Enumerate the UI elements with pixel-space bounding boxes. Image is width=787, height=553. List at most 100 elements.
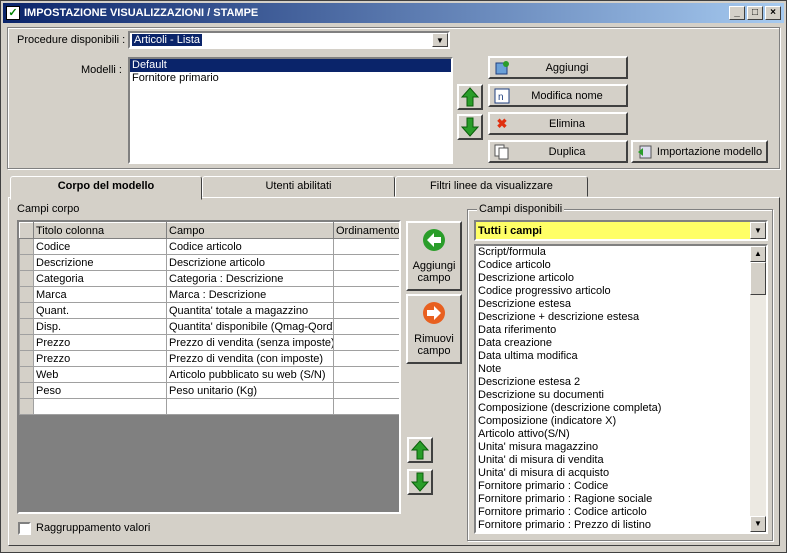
- chevron-down-icon[interactable]: ▼: [432, 33, 448, 47]
- table-cell[interactable]: [333, 302, 399, 319]
- table-cell[interactable]: Prezzo di vendita (senza imposte): [166, 334, 334, 351]
- table-row[interactable]: Codice Codice articolo: [19, 238, 399, 255]
- table-row[interactable]: Disp. Quantita' disponibile (Qmag-Qord): [19, 318, 399, 335]
- table-cell[interactable]: Categoria: [33, 270, 167, 287]
- table-cell[interactable]: [333, 254, 399, 271]
- table-cell[interactable]: Disp.: [33, 318, 167, 335]
- minimize-button[interactable]: _: [729, 6, 745, 20]
- column-header[interactable]: Campo: [166, 222, 334, 239]
- list-item[interactable]: Composizione (indicatore X): [476, 415, 750, 428]
- table-row[interactable]: Marca Marca : Descrizione: [19, 286, 399, 303]
- list-item[interactable]: Fornitore primario: [130, 72, 451, 85]
- list-item[interactable]: Descrizione estesa: [476, 298, 750, 311]
- scroll-thumb[interactable]: [750, 262, 766, 295]
- scroll-up-icon[interactable]: ▲: [750, 246, 766, 262]
- list-item[interactable]: Descrizione + descrizione estesa: [476, 311, 750, 324]
- procedure-combo[interactable]: Articoli - Lista ▼: [128, 31, 450, 49]
- aggiungi-button[interactable]: Aggiungi: [488, 56, 628, 79]
- table-cell[interactable]: [333, 334, 399, 351]
- list-item[interactable]: Unita' di misura di acquisto: [476, 467, 750, 480]
- table-cell[interactable]: [333, 286, 399, 303]
- row-header[interactable]: [19, 350, 34, 367]
- table-cell[interactable]: Prezzo: [33, 350, 167, 367]
- campi-corpo-grid[interactable]: Titolo colonna Campo Ordinamento Codice C…: [17, 220, 401, 514]
- table-row[interactable]: Prezzo Prezzo di vendita (con imposte): [19, 350, 399, 367]
- row-header[interactable]: [19, 366, 34, 383]
- list-item[interactable]: Data ultima modifica: [476, 350, 750, 363]
- table-row[interactable]: [19, 398, 399, 415]
- table-cell[interactable]: Prezzo: [33, 334, 167, 351]
- row-header[interactable]: [19, 334, 34, 351]
- table-cell[interactable]: [333, 270, 399, 287]
- list-item[interactable]: Data riferimento: [476, 324, 750, 337]
- table-row[interactable]: Peso Peso unitario (Kg): [19, 382, 399, 399]
- table-cell[interactable]: Web: [33, 366, 167, 383]
- list-item[interactable]: Script/formula: [476, 246, 750, 259]
- table-cell[interactable]: Quant.: [33, 302, 167, 319]
- close-button[interactable]: ×: [765, 6, 781, 20]
- modifica-nome-button[interactable]: n Modifica nome: [488, 84, 628, 107]
- row-header[interactable]: [19, 382, 34, 399]
- row-header[interactable]: [19, 302, 34, 319]
- list-item[interactable]: Composizione (descrizione completa): [476, 402, 750, 415]
- table-cell[interactable]: Peso unitario (Kg): [166, 382, 334, 399]
- list-item[interactable]: Default: [130, 59, 451, 72]
- field-down-button[interactable]: [407, 469, 433, 495]
- field-up-button[interactable]: [407, 437, 433, 463]
- raggruppamento-checkbox[interactable]: [18, 522, 31, 535]
- table-cell[interactable]: [333, 398, 399, 415]
- table-row[interactable]: Categoria Categoria : Descrizione: [19, 270, 399, 287]
- row-header[interactable]: [19, 238, 34, 255]
- table-row[interactable]: Quant. Quantita' totale a magazzino: [19, 302, 399, 319]
- importazione-modello-button[interactable]: Importazione modello: [631, 140, 768, 163]
- list-item[interactable]: Descrizione su documenti: [476, 389, 750, 402]
- tab-corpo-modello[interactable]: Corpo del modello: [10, 176, 202, 200]
- table-cell[interactable]: [333, 382, 399, 399]
- table-cell[interactable]: [333, 350, 399, 367]
- list-item[interactable]: Data creazione: [476, 337, 750, 350]
- column-header[interactable]: Ordinamento: [333, 222, 399, 239]
- scroll-down-icon[interactable]: ▼: [750, 516, 766, 532]
- column-header[interactable]: Titolo colonna: [33, 222, 167, 239]
- list-item[interactable]: Codice progressivo articolo: [476, 285, 750, 298]
- tab-filtri-linee[interactable]: Filtri linee da visualizzare: [395, 176, 588, 197]
- table-cell[interactable]: Codice: [33, 238, 167, 255]
- list-item[interactable]: Fornitore primario : Codice: [476, 480, 750, 493]
- table-cell[interactable]: Peso: [33, 382, 167, 399]
- list-item[interactable]: Unita' misura magazzino: [476, 441, 750, 454]
- list-item[interactable]: Descrizione estesa 2: [476, 376, 750, 389]
- campi-filter-combo[interactable]: Tutti i campi ▼: [474, 220, 768, 241]
- tab-utenti-abilitati[interactable]: Utenti abilitati: [202, 176, 395, 197]
- move-down-button[interactable]: [457, 114, 483, 140]
- list-item[interactable]: Unita' di misura di vendita: [476, 454, 750, 467]
- list-item[interactable]: Note: [476, 363, 750, 376]
- table-cell[interactable]: Articolo pubblicato su web (S/N): [166, 366, 334, 383]
- list-item[interactable]: Fornitore primario : Ragione sociale: [476, 493, 750, 506]
- table-cell[interactable]: Prezzo di vendita (con imposte): [166, 350, 334, 367]
- list-item[interactable]: Descrizione articolo: [476, 272, 750, 285]
- table-cell[interactable]: Quantita' totale a magazzino: [166, 302, 334, 319]
- table-cell[interactable]: Categoria : Descrizione: [166, 270, 334, 287]
- list-item[interactable]: Fornitore primario : Codice articolo: [476, 506, 750, 519]
- table-cell[interactable]: Codice articolo: [166, 238, 334, 255]
- table-row[interactable]: Descrizione Descrizione articolo: [19, 254, 399, 271]
- vertical-scrollbar[interactable]: ▲ ▼: [750, 246, 766, 532]
- table-cell[interactable]: [333, 318, 399, 335]
- duplica-button[interactable]: Duplica: [488, 140, 628, 163]
- maximize-button[interactable]: □: [747, 6, 763, 20]
- list-item[interactable]: Fornitore primario : Prezzo di listino: [476, 519, 750, 532]
- chevron-down-icon[interactable]: ▼: [750, 222, 766, 239]
- rimuovi-campo-button[interactable]: Rimuovi campo: [406, 294, 462, 364]
- list-item[interactable]: Codice articolo: [476, 259, 750, 272]
- table-cell[interactable]: [33, 398, 167, 415]
- modelli-list[interactable]: Default Fornitore primario: [128, 57, 453, 164]
- row-header[interactable]: [19, 398, 34, 415]
- row-header[interactable]: [19, 286, 34, 303]
- list-item[interactable]: Articolo attivo(S/N): [476, 428, 750, 441]
- table-cell[interactable]: Descrizione articolo: [166, 254, 334, 271]
- table-cell[interactable]: [333, 366, 399, 383]
- table-row[interactable]: Web Articolo pubblicato su web (S/N): [19, 366, 399, 383]
- row-header[interactable]: [19, 270, 34, 287]
- table-cell[interactable]: Quantita' disponibile (Qmag-Qord): [166, 318, 334, 335]
- table-cell[interactable]: Descrizione: [33, 254, 167, 271]
